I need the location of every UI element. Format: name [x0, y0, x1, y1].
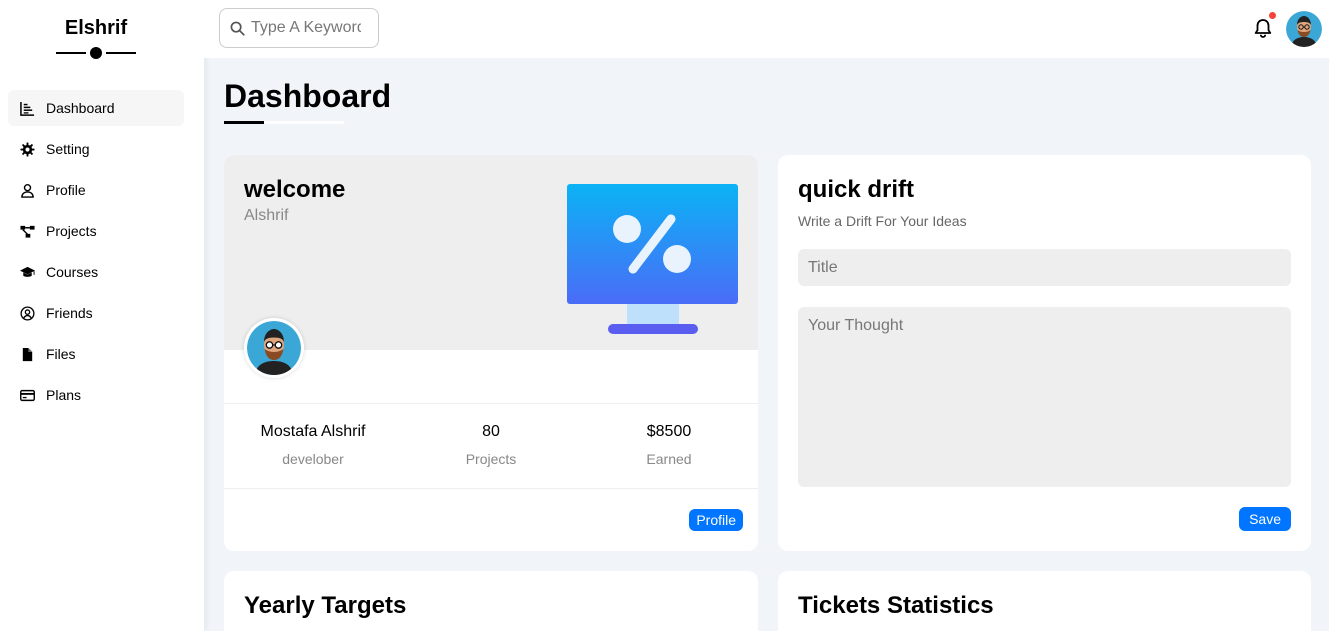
- sidebar-item-friends[interactable]: Friends: [8, 295, 184, 331]
- avatar-icon: [247, 321, 301, 375]
- credit-card-icon: [19, 387, 35, 403]
- gear-icon: [19, 141, 35, 157]
- stat-label: Earned: [646, 451, 692, 467]
- sidebar-item-label: Setting: [46, 141, 90, 157]
- chart-icon: [19, 100, 35, 116]
- page-title: Dashboard: [224, 78, 392, 114]
- stat-value: $8500: [646, 423, 692, 440]
- sidebar-item-dashboard[interactable]: Dashboard: [8, 90, 184, 126]
- drift-title: quick drift: [798, 176, 915, 203]
- file-icon: [19, 346, 35, 362]
- sidebar-item-label: Dashboard: [46, 100, 115, 116]
- search-input[interactable]: [251, 19, 361, 37]
- brand-name: Elshrif: [64, 17, 128, 39]
- user-icon: [19, 182, 35, 198]
- search-icon: [230, 21, 245, 36]
- avatar-icon: [1286, 11, 1322, 47]
- stat-projects: 80 Projects: [402, 404, 580, 488]
- sidebar-item-label: Profile: [46, 182, 86, 198]
- quick-drift-card: quick drift Write a Drift For Your Ideas…: [778, 155, 1311, 551]
- save-button[interactable]: Save: [1239, 507, 1291, 531]
- notifications-button[interactable]: [1252, 12, 1276, 39]
- sidebar-item-label: Plans: [46, 387, 82, 403]
- stat-label: Projects: [465, 451, 517, 467]
- tickets-statistics-card: Tickets Statistics: [778, 571, 1311, 631]
- graduation-cap-icon: [19, 264, 35, 280]
- sidebar: Elshrif Dashboard Setting Profile Projec…: [0, 0, 204, 631]
- welcome-avatar: [244, 318, 304, 378]
- welcome-title: welcome: [244, 176, 346, 203]
- sidebar-item-profile[interactable]: Profile: [8, 172, 184, 208]
- bell-icon: [1254, 19, 1272, 38]
- stat-name: Mostafa Alshrif develober: [224, 404, 402, 488]
- sidebar-item-plans[interactable]: Plans: [8, 377, 184, 413]
- welcome-banner: welcome Alshrif: [224, 155, 758, 350]
- stat-value: Mostafa Alshrif: [260, 423, 366, 440]
- monitor-illustration: [567, 184, 738, 334]
- stat-label: develober: [282, 451, 344, 467]
- sidebar-item-label: Courses: [46, 264, 99, 280]
- diagram-icon: [19, 223, 35, 239]
- notification-dot: [1269, 12, 1276, 19]
- sidebar-item-label: Friends: [46, 305, 93, 321]
- avatar[interactable]: [1286, 11, 1322, 47]
- sidebar-item-courses[interactable]: Courses: [8, 254, 184, 290]
- search-box[interactable]: [219, 8, 379, 48]
- sidebar-item-label: Projects: [46, 223, 97, 239]
- profile-button[interactable]: Profile: [689, 509, 743, 531]
- top-header: [204, 0, 1329, 58]
- brand-decoration: [56, 47, 136, 59]
- stat-earned: $8500 Earned: [580, 404, 758, 488]
- tickets-statistics-title: Tickets Statistics: [798, 592, 994, 619]
- welcome-stats: Mostafa Alshrif develober 80 Projects $8…: [224, 403, 758, 489]
- drift-subtitle: Write a Drift For Your Ideas: [798, 213, 967, 229]
- stat-value: 80: [482, 423, 500, 440]
- welcome-name: Alshrif: [244, 207, 289, 224]
- sidebar-item-setting[interactable]: Setting: [8, 131, 184, 167]
- drift-thought-textarea[interactable]: [798, 307, 1291, 487]
- yearly-targets-card: Yearly Targets: [224, 571, 758, 631]
- sidebar-nav: Dashboard Setting Profile Projects Cours…: [8, 90, 184, 418]
- sidebar-item-files[interactable]: Files: [8, 336, 184, 372]
- sidebar-item-projects[interactable]: Projects: [8, 213, 184, 249]
- yearly-targets-title: Yearly Targets: [244, 592, 407, 619]
- drift-title-input[interactable]: [798, 249, 1291, 286]
- user-circle-icon: [19, 305, 35, 321]
- title-underline: [224, 121, 344, 124]
- welcome-card: welcome Alshrif Mostafa Alshrif develobe…: [224, 155, 758, 551]
- sidebar-item-label: Files: [46, 346, 76, 362]
